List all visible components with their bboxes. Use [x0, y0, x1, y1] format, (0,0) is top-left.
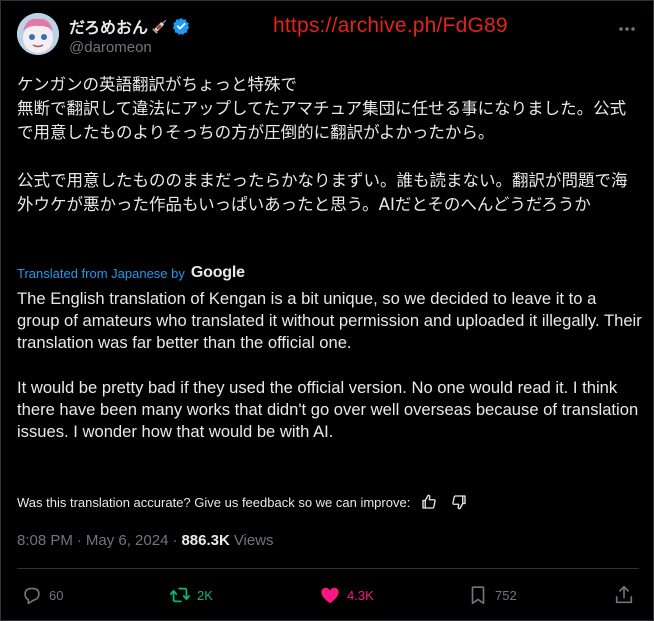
handle[interactable]: @daromeon: [69, 39, 152, 56]
syringe-emoji-icon: [151, 17, 169, 35]
thumbs-down-button[interactable]: [448, 491, 470, 513]
repost-icon: [169, 587, 191, 603]
heart-icon: [321, 587, 339, 604]
archive-link[interactable]: https://archive.ph/FdG89: [273, 14, 508, 38]
divider: [17, 568, 639, 569]
translated-from-label[interactable]: Translated from Japanese by: [17, 266, 185, 281]
more-button[interactable]: [615, 17, 639, 41]
action-bar: 60 2K 4.3K 752: [17, 581, 639, 609]
reply-count: 60: [49, 587, 64, 603]
share-button[interactable]: [613, 581, 635, 609]
bookmark-button[interactable]: 752: [467, 581, 517, 609]
post-meta: 8:08 PM · May 6, 2024 · 886.3K Views: [17, 529, 274, 551]
meta-separator: ·: [76, 531, 82, 549]
post-text-translated: The English translation of Kengan is a b…: [17, 289, 642, 442]
views-label: Views: [233, 531, 274, 549]
repost-button[interactable]: 2K: [169, 581, 213, 609]
bookmark-icon: [471, 586, 485, 605]
feedback-prompt: Was this translation accurate? Give us f…: [17, 494, 411, 510]
post-date[interactable]: May 6, 2024: [86, 532, 169, 549]
meta-separator: ·: [172, 531, 178, 549]
thumbs-down-icon: [452, 495, 467, 510]
google-logo: Google: [190, 264, 245, 281]
avatar-image: [17, 13, 59, 55]
post-header: だろめおん @daromeon https://archive.ph/FdG89: [17, 13, 639, 59]
verified-badge-icon: [172, 17, 190, 35]
bookmark-count: 752: [495, 587, 517, 603]
post-card: だろめおん @daromeon https://archive.ph/FdG89…: [0, 0, 654, 621]
thumbs-up-icon: [422, 494, 437, 509]
display-name[interactable]: だろめおん: [69, 14, 148, 38]
translation-feedback: Was this translation accurate? Give us f…: [17, 491, 470, 513]
avatar[interactable]: [17, 13, 59, 55]
translation-attribution: Translated from Japanese by Google: [17, 263, 245, 283]
thumbs-up-button[interactable]: [418, 491, 440, 513]
reply-button[interactable]: 60: [21, 581, 63, 609]
like-count: 4.3K: [347, 587, 374, 603]
repost-count: 2K: [197, 587, 213, 603]
post-time[interactable]: 8:08 PM: [17, 532, 73, 549]
like-button[interactable]: 4.3K: [319, 581, 374, 609]
name-row: だろめおん: [69, 15, 190, 37]
share-icon: [615, 585, 633, 604]
reply-icon: [24, 587, 40, 605]
more-horizontal-icon: [619, 27, 635, 31]
post-text-original: ケンガンの英語翻訳がちょっと特殊で 無断で翻訳して違法にアップしてたアマチュア集…: [17, 75, 628, 214]
views-count[interactable]: 886.3K: [181, 532, 229, 549]
